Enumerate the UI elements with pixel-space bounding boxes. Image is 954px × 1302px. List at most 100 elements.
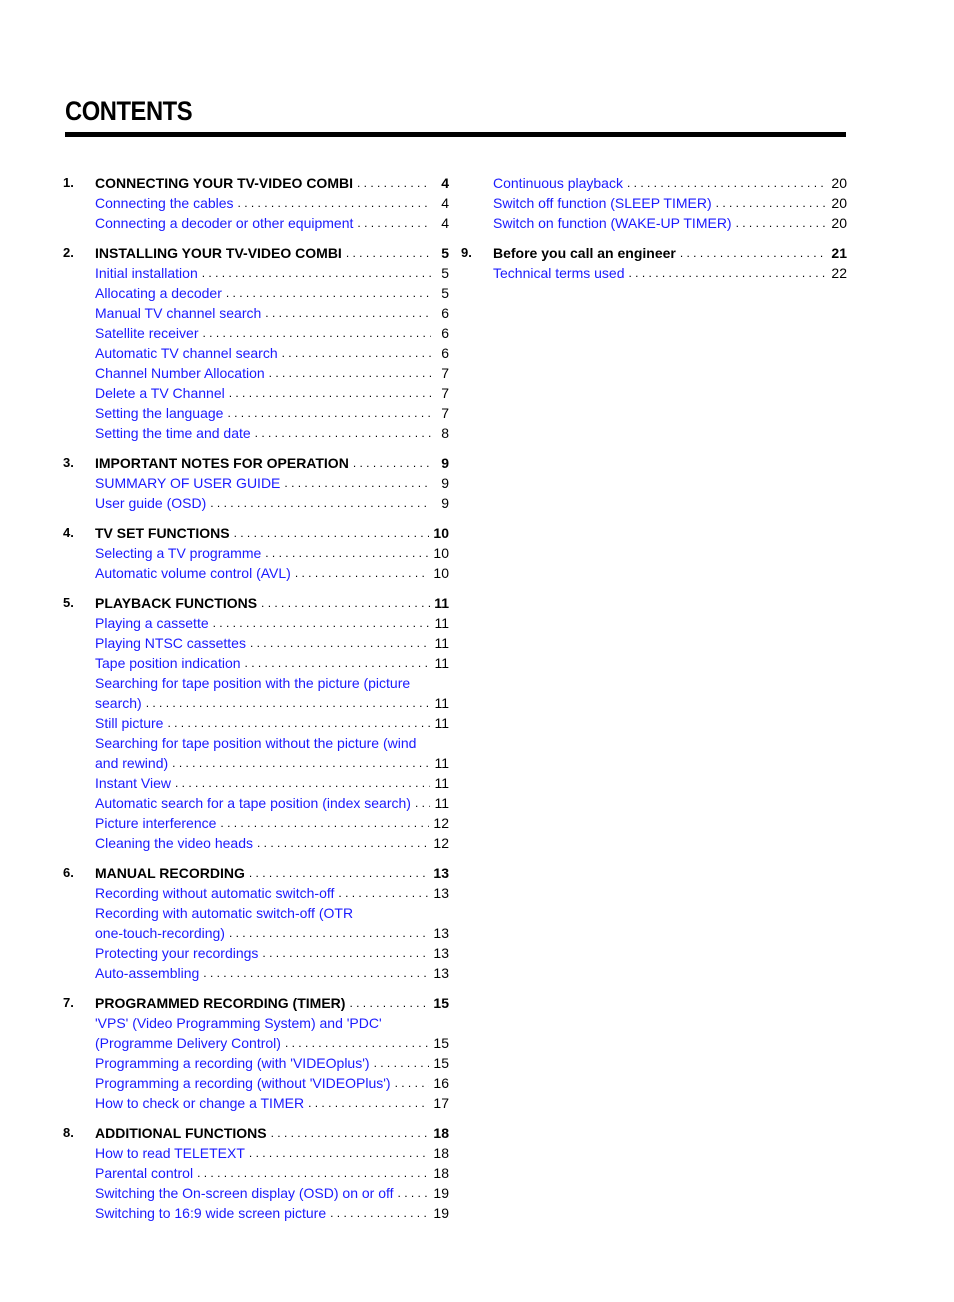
- entry-title[interactable]: Still picture: [95, 713, 163, 733]
- entry-title[interactable]: Setting the language: [95, 403, 223, 423]
- toc-section-heading[interactable]: 2. INSTALLING YOUR TV-VIDEO COMBI 5: [63, 243, 449, 263]
- entry-title[interactable]: User guide (OSD): [95, 493, 206, 513]
- toc-entry[interactable]: Picture interference 12: [63, 813, 449, 833]
- toc-section-heading[interactable]: 6. MANUAL RECORDING 13: [63, 863, 449, 883]
- entry-title[interactable]: Setting the time and date: [95, 423, 251, 443]
- toc-entry[interactable]: Switch on function (WAKE-UP TIMER) 20: [461, 213, 847, 233]
- entry-title[interactable]: How to read TELETEXT: [95, 1143, 245, 1163]
- toc-entry[interactable]: Setting the time and date 8: [63, 423, 449, 443]
- toc-entry[interactable]: Automatic TV channel search 6: [63, 343, 449, 363]
- entry-title[interactable]: Auto-assembling: [95, 963, 199, 983]
- toc-entry[interactable]: Satellite receiver 6: [63, 323, 449, 343]
- section-title[interactable]: PLAYBACK FUNCTIONS: [95, 593, 257, 613]
- toc-entry[interactable]: Recording without automatic switch-off 13: [63, 883, 449, 903]
- entry-title[interactable]: Connecting the cables: [95, 193, 234, 213]
- toc-entry[interactable]: Switching the On-screen display (OSD) on…: [63, 1183, 449, 1203]
- toc-entry[interactable]: Technical terms used 22: [461, 263, 847, 283]
- toc-entry[interactable]: Still picture 11: [63, 713, 449, 733]
- entry-title[interactable]: Recording without automatic switch-off: [95, 883, 334, 903]
- entry-title[interactable]: Playing a cassette: [95, 613, 209, 633]
- entry-title[interactable]: Continuous playback: [493, 173, 623, 193]
- toc-entry[interactable]: Channel Number Allocation 7: [63, 363, 449, 383]
- entry-title[interactable]: and rewind): [95, 753, 168, 773]
- entry-title[interactable]: Protecting your recordings: [95, 943, 258, 963]
- entry-title[interactable]: Parental control: [95, 1163, 193, 1183]
- toc-entry[interactable]: Tape position indication 11: [63, 653, 449, 673]
- toc-section-heading[interactable]: 4. TV SET FUNCTIONS 10: [63, 523, 449, 543]
- entry-title[interactable]: Cleaning the video heads: [95, 833, 253, 853]
- entry-title[interactable]: Switch off function (SLEEP TIMER): [493, 193, 712, 213]
- toc-entry[interactable]: Playing NTSC cassettes 11: [63, 633, 449, 653]
- section-title[interactable]: MANUAL RECORDING: [95, 863, 245, 883]
- entry-title[interactable]: Initial installation: [95, 263, 198, 283]
- toc-entry-label-line[interactable]: Recording with automatic switch-off (OTR: [63, 903, 449, 923]
- entry-title[interactable]: Programming a recording (without 'VIDEOP…: [95, 1073, 391, 1093]
- toc-entry[interactable]: Protecting your recordings 13: [63, 943, 449, 963]
- section-title[interactable]: Before you call an engineer: [493, 243, 676, 263]
- entry-title[interactable]: Switch on function (WAKE-UP TIMER): [493, 213, 732, 233]
- toc-section-heading[interactable]: 9. Before you call an engineer 21: [461, 243, 847, 263]
- entry-title[interactable]: one-touch-recording): [95, 923, 225, 943]
- entry-title[interactable]: Connecting a decoder or other equipment: [95, 213, 353, 233]
- toc-entry-label-line[interactable]: Searching for tape position with the pic…: [63, 673, 449, 693]
- entry-title[interactable]: Tape position indication: [95, 653, 241, 673]
- toc-entry[interactable]: Parental control 18: [63, 1163, 449, 1183]
- entry-title[interactable]: Programming a recording (with 'VIDEOplus…: [95, 1053, 370, 1073]
- toc-entry[interactable]: Setting the language 7: [63, 403, 449, 423]
- toc-section-heading[interactable]: 5. PLAYBACK FUNCTIONS 11: [63, 593, 449, 613]
- entry-title[interactable]: search): [95, 693, 142, 713]
- entry-title[interactable]: (Programme Delivery Control): [95, 1033, 281, 1053]
- toc-entry[interactable]: SUMMARY OF USER GUIDE 9: [63, 473, 449, 493]
- entry-title[interactable]: Automatic search for a tape position (in…: [95, 793, 411, 813]
- toc-entry[interactable]: Programming a recording (with 'VIDEOplus…: [63, 1053, 449, 1073]
- toc-entry[interactable]: Auto-assembling 13: [63, 963, 449, 983]
- toc-entry[interactable]: Allocating a decoder 5: [63, 283, 449, 303]
- toc-entry[interactable]: Switching to 16:9 wide screen picture 19: [63, 1203, 449, 1223]
- toc-entry[interactable]: one-touch-recording) 13: [63, 923, 449, 943]
- entry-title[interactable]: Switching to 16:9 wide screen picture: [95, 1203, 326, 1223]
- section-title[interactable]: CONNECTING YOUR TV-VIDEO COMBI: [95, 173, 353, 193]
- section-title[interactable]: INSTALLING YOUR TV-VIDEO COMBI: [95, 243, 342, 263]
- toc-entry[interactable]: Programming a recording (without 'VIDEOP…: [63, 1073, 449, 1093]
- toc-entry[interactable]: Automatic volume control (AVL) 10: [63, 563, 449, 583]
- toc-entry[interactable]: search) 11: [63, 693, 449, 713]
- entry-title[interactable]: Automatic volume control (AVL): [95, 563, 291, 583]
- toc-entry[interactable]: Continuous playback 20: [461, 173, 847, 193]
- section-title[interactable]: IMPORTANT NOTES FOR OPERATION: [95, 453, 349, 473]
- toc-entry[interactable]: Automatic search for a tape position (in…: [63, 793, 449, 813]
- entry-title[interactable]: How to check or change a TIMER: [95, 1093, 304, 1113]
- entry-title[interactable]: Automatic TV channel search: [95, 343, 278, 363]
- toc-entry-label-line[interactable]: 'VPS' (Video Programming System) and 'PD…: [63, 1013, 449, 1033]
- toc-entry-label-line[interactable]: Searching for tape position without the …: [63, 733, 449, 753]
- toc-section-heading[interactable]: 3. IMPORTANT NOTES FOR OPERATION 9: [63, 453, 449, 473]
- toc-entry[interactable]: and rewind) 11: [63, 753, 449, 773]
- toc-entry[interactable]: Playing a cassette 11: [63, 613, 449, 633]
- entry-title[interactable]: Channel Number Allocation: [95, 363, 265, 383]
- toc-section-heading[interactable]: 1. CONNECTING YOUR TV-VIDEO COMBI 4: [63, 173, 449, 193]
- entry-title[interactable]: Technical terms used: [493, 263, 625, 283]
- entry-title[interactable]: Instant View: [95, 773, 171, 793]
- toc-entry[interactable]: Selecting a TV programme 10: [63, 543, 449, 563]
- entry-title[interactable]: Playing NTSC cassettes: [95, 633, 246, 653]
- toc-entry[interactable]: How to read TELETEXT 18: [63, 1143, 449, 1163]
- section-title[interactable]: ADDITIONAL FUNCTIONS: [95, 1123, 267, 1143]
- toc-entry[interactable]: Initial installation 5: [63, 263, 449, 283]
- entry-title[interactable]: Manual TV channel search: [95, 303, 261, 323]
- entry-title[interactable]: Allocating a decoder: [95, 283, 222, 303]
- toc-entry[interactable]: Connecting a decoder or other equipment 4: [63, 213, 449, 233]
- entry-title[interactable]: Switching the On-screen display (OSD) on…: [95, 1183, 394, 1203]
- toc-entry[interactable]: Manual TV channel search 6: [63, 303, 449, 323]
- toc-entry[interactable]: Switch off function (SLEEP TIMER) 20: [461, 193, 847, 213]
- entry-title[interactable]: Delete a TV Channel: [95, 383, 225, 403]
- toc-entry[interactable]: Instant View 11: [63, 773, 449, 793]
- entry-title[interactable]: SUMMARY OF USER GUIDE: [95, 473, 280, 493]
- toc-entry[interactable]: Delete a TV Channel 7: [63, 383, 449, 403]
- entry-title[interactable]: Selecting a TV programme: [95, 543, 261, 563]
- toc-entry[interactable]: Cleaning the video heads 12: [63, 833, 449, 853]
- entry-title[interactable]: Picture interference: [95, 813, 216, 833]
- toc-entry[interactable]: How to check or change a TIMER 17: [63, 1093, 449, 1113]
- toc-entry[interactable]: Connecting the cables 4: [63, 193, 449, 213]
- section-title[interactable]: PROGRAMMED RECORDING (TIMER): [95, 993, 345, 1013]
- toc-section-heading[interactable]: 8. ADDITIONAL FUNCTIONS 18: [63, 1123, 449, 1143]
- toc-section-heading[interactable]: 7. PROGRAMMED RECORDING (TIMER) 15: [63, 993, 449, 1013]
